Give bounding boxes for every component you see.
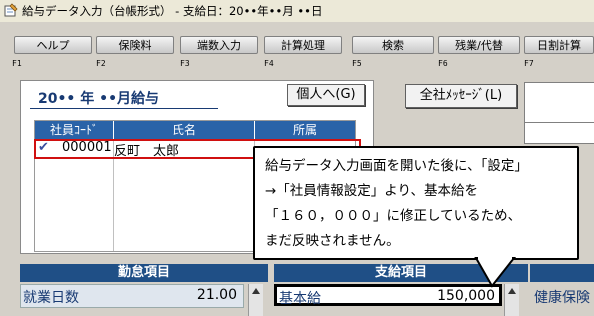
insurance-button[interactable]: 保険料 — [96, 36, 174, 54]
basic-salary-row[interactable]: 基本給 150,000 — [274, 284, 502, 307]
function-key-toolbar: ヘルプ 保険料 端数入力 計算処理 検索 残業/代替 日割計算 — [0, 36, 594, 60]
fkey-label-f1: F1 — [12, 59, 22, 68]
column-header-code[interactable]: 社員ｺｰﾄﾞ — [35, 121, 113, 139]
callout-line: まだ反映されません。 — [265, 233, 400, 249]
pencil-notebook-icon — [4, 3, 18, 17]
callout-line: →「社員情報設定」より、基本給を — [265, 183, 479, 199]
attendance-row: 就業日数 21.00 — [20, 284, 244, 308]
workdays-label: 就業日数 — [23, 290, 79, 306]
fkey-label-f4: F4 — [264, 59, 274, 68]
fkey-label-f6: F6 — [438, 59, 448, 68]
personal-button[interactable]: 個人へ(G) — [287, 84, 365, 106]
message-textbox-lower[interactable] — [524, 122, 594, 144]
search-button[interactable]: 検索 — [352, 36, 434, 54]
payment-scrollbar[interactable] — [504, 284, 519, 316]
employee-name-cell: 反町 太郎 — [114, 144, 180, 159]
employee-code-cell: 000001 — [62, 140, 112, 155]
column-header-dept[interactable]: 所属 — [255, 121, 355, 139]
workdays-value[interactable]: 21.00 — [197, 287, 237, 303]
scroll-up-icon[interactable] — [508, 288, 516, 294]
fraction-input-button[interactable]: 端数入力 — [180, 36, 258, 54]
window-title: 給与データ入力（台帳形式） - 支給日：20••年••月 ••日 — [22, 4, 323, 18]
daily-prorate-button[interactable]: 日割計算 — [524, 36, 594, 54]
attendance-section-header: 勤怠項目 — [20, 264, 268, 282]
callout-line: 「１６０，０００」に修正しているため、 — [265, 208, 522, 224]
fkey-label-f7: F7 — [524, 59, 534, 68]
attendance-scrollbar[interactable] — [248, 284, 263, 316]
annotation-callout: 給与データ入力画面を開いた後に、「設定」 →「社員情報設定」より、基本給を 「１… — [253, 146, 579, 260]
calculate-button[interactable]: 計算処理 — [264, 36, 342, 54]
basic-salary-value[interactable]: 150,000 — [437, 288, 495, 304]
basic-salary-label: 基本給 — [279, 291, 321, 307]
callout-tail — [474, 256, 517, 288]
payroll-period-title: 20•• 年 ••月給与 — [38, 91, 160, 107]
check-icon: ✔ — [38, 140, 49, 155]
fkey-label-f3: F3 — [180, 59, 190, 68]
window-title-bar: 給与データ入力（台帳形式） - 支給日：20••年••月 ••日 — [0, 0, 594, 22]
company-message-button[interactable]: 全社ﾒｯｾｰｼﾞ(L) — [405, 84, 517, 108]
help-button[interactable]: ヘルプ — [14, 36, 92, 54]
message-textbox[interactable] — [524, 82, 594, 124]
overtime-substitute-button[interactable]: 残業/代替 — [438, 36, 520, 54]
column-header-name[interactable]: 氏名 — [114, 121, 254, 139]
scroll-up-icon[interactable] — [252, 288, 260, 294]
health-insurance-label: 健康保険 — [534, 290, 590, 306]
deduction-section-header — [530, 264, 594, 282]
fkey-label-f5: F5 — [352, 59, 362, 68]
callout-line: 給与データ入力画面を開いた後に、「設定」 — [265, 158, 528, 174]
fkey-label-f2: F2 — [96, 59, 106, 68]
period-underline — [30, 108, 218, 109]
